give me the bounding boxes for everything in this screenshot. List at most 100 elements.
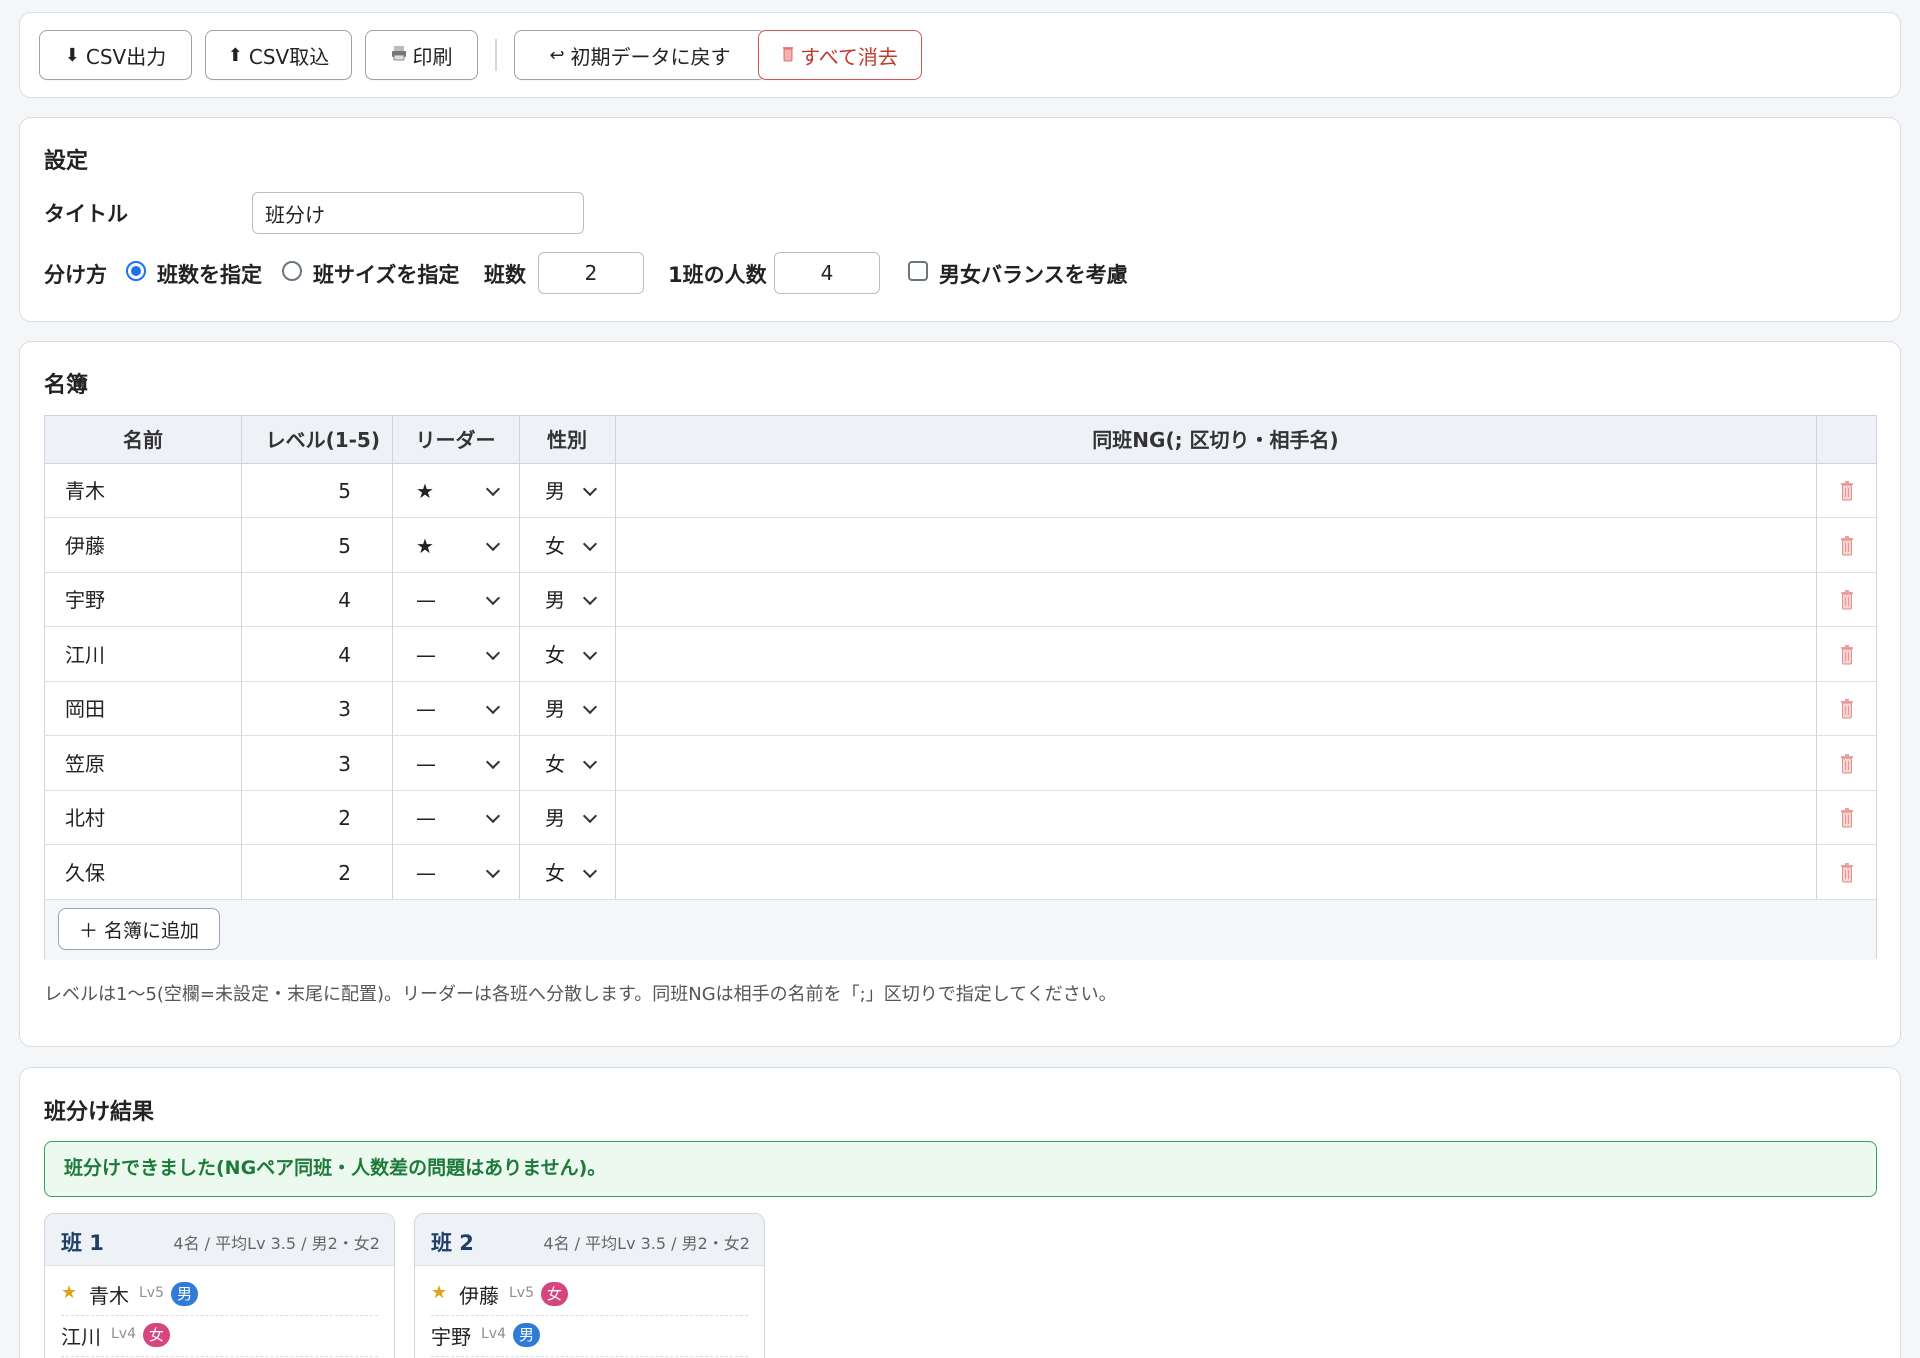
csv-import-button[interactable]: ⬆ CSV取込 [205,30,352,80]
roster-level-input[interactable]: 4 [241,628,392,682]
roster-name-input[interactable]: 岡田 [65,682,235,736]
roster-gender-value: 女 [545,533,565,558]
roster-table: 名前 レベル(1-5) リーダー 性別 同班NG(; 区切り・相手名) 青木 5 ★… [44,415,1877,960]
roster-gender-select[interactable]: 男 [519,791,615,845]
group-size-label: 1班の人数 [668,263,767,287]
col-leader: リーダー [415,428,496,452]
col-divider [519,416,520,900]
gender-balance-label[interactable]: 男女バランスを考慮 [939,259,1128,289]
delete-row-trash-icon[interactable] [1840,480,1854,502]
print-label: 印刷 [412,44,453,69]
method-by-size-radio[interactable] [282,261,302,281]
delete-row-trash-icon[interactable] [1840,753,1854,775]
toolbar-divider [495,39,497,71]
roster-leader-value: — [416,860,436,885]
roster-leader-select[interactable]: — [392,682,519,736]
roster-level-input[interactable]: 4 [241,573,392,627]
roster-leader-select[interactable]: — [392,737,519,791]
roster-heading: 名簿 [44,373,89,398]
clear-all-button[interactable]: すべて消去 [758,30,922,80]
reset-label: 初期データに戻す [570,44,731,69]
group-title: 班 2 [431,1231,474,1255]
method-by-count-radio[interactable] [126,261,146,281]
roster-name-input[interactable]: 北村 [65,791,235,845]
roster-leader-select[interactable]: ★ [392,464,519,518]
roster-level-input[interactable]: 2 [241,791,392,845]
roster-leader-select[interactable]: — [392,628,519,682]
roster-level-input[interactable]: 3 [241,682,392,736]
roster-gender-select[interactable]: 女 [519,846,615,900]
add-member-button[interactable]: ＋ 名簿に追加 [58,908,220,950]
print-button[interactable]: 印刷 [365,30,478,80]
delete-row-trash-icon[interactable] [1840,535,1854,557]
roster-ng-input[interactable] [616,846,1816,900]
roster-leader-value: ★ [416,479,434,503]
roster-ng-input[interactable] [616,573,1816,627]
group-member: ★ 青木 Lv5 男 [61,1276,378,1316]
roster-row: 笠原 3 — 女 [45,737,1876,791]
roster-gender-select[interactable]: 男 [519,682,615,736]
method-by-count-label[interactable]: 班数を指定 [157,259,262,289]
roster-ng-input[interactable] [616,682,1816,736]
member-name: 伊藤 [459,1284,499,1308]
group-member: 宇野 Lv4 男 [431,1317,748,1357]
chevron-down-icon [485,536,501,551]
col-name: 名前 [123,428,163,452]
chevron-down-icon [582,645,598,660]
roster-ng-input[interactable] [616,628,1816,682]
roster-level-input[interactable]: 5 [241,464,392,518]
delete-row-trash-icon[interactable] [1840,862,1854,884]
col-divider [241,416,242,900]
chevron-down-icon [485,699,501,715]
roster-ng-input[interactable] [616,737,1816,791]
roster-row: 久保 2 — 女 [45,846,1876,900]
roster-row: 江川 4 — 女 [45,628,1876,682]
roster-row: 北村 2 — 男 [45,791,1876,845]
roster-level-input[interactable]: 2 [241,846,392,900]
delete-row-trash-icon[interactable] [1840,807,1854,829]
roster-leader-select[interactable]: — [392,846,519,900]
roster-leader-select[interactable]: ★ [392,519,519,573]
group-count-input[interactable] [538,252,644,294]
roster-name-input[interactable]: 江川 [65,628,235,682]
title-input[interactable] [252,192,584,234]
roster-gender-select[interactable]: 男 [519,464,615,518]
roster-level-input[interactable]: 3 [241,737,392,791]
roster-row: 宇野 4 — 男 [45,573,1876,627]
roster-leader-value: — [416,642,436,667]
return-arrow-icon: ↩ [549,44,565,66]
delete-row-trash-icon[interactable] [1840,698,1854,720]
group-card: 班 1 4名 / 平均Lv 3.5 / 男2・女2 ★ 青木 Lv5 男江川 Lv4 女 [44,1213,395,1358]
roster-gender-select[interactable]: 女 [519,519,615,573]
roster-name-input[interactable]: 青木 [65,464,235,518]
delete-row-trash-icon[interactable] [1840,589,1854,611]
clear-all-label: すべて消去 [800,44,898,69]
roster-level-input[interactable]: 5 [241,519,392,573]
gender-balance-checkbox[interactable] [908,261,928,281]
roster-ng-input[interactable] [616,519,1816,573]
csv-export-button[interactable]: ⬇ CSV出力 [39,30,192,80]
settings-heading: 設定 [44,149,89,174]
group-size-input[interactable] [774,252,880,294]
roster-name-input[interactable]: 宇野 [65,573,235,627]
chevron-down-icon [485,754,501,769]
download-arrow-icon: ⬇ [64,44,80,66]
roster-gender-select[interactable]: 女 [519,737,615,791]
roster-row: 伊藤 5 ★ 女 [45,519,1876,573]
delete-row-trash-icon[interactable] [1840,644,1854,666]
roster-ng-input[interactable] [616,464,1816,518]
roster-name-input[interactable]: 伊藤 [65,519,235,573]
col-level: レベル(1-5) [265,428,380,452]
roster-name-input[interactable]: 久保 [65,846,235,900]
member-level: Lv4 [111,1326,136,1342]
roster-leader-select[interactable]: — [392,791,519,845]
roster-ng-input[interactable] [616,791,1816,845]
method-by-size-label[interactable]: 班サイズを指定 [313,259,459,289]
chevron-down-icon [582,699,598,715]
roster-gender-select[interactable]: 男 [519,573,615,627]
roster-gender-select[interactable]: 女 [519,628,615,682]
roster-name-input[interactable]: 笠原 [65,737,235,791]
roster-leader-select[interactable]: — [392,573,519,627]
reset-button[interactable]: ↩ 初期データに戻す [514,30,766,80]
upload-arrow-icon: ⬆ [227,44,243,66]
